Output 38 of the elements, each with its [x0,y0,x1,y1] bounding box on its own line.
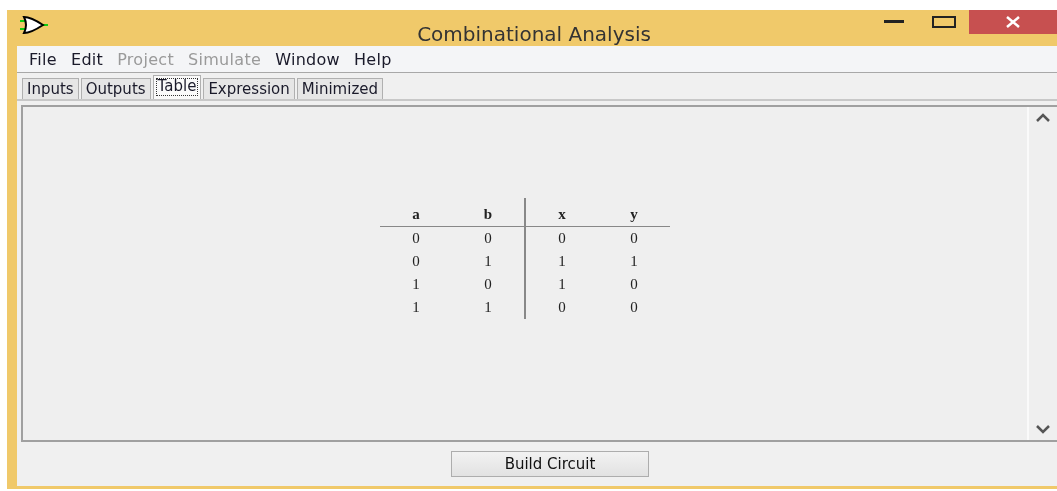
column-header: y [598,198,670,227]
table-cell-text: 1 [483,252,493,271]
column-header: a [380,198,452,227]
tab[interactable]: Table [152,75,202,99]
build-circuit-button[interactable]: Build Circuit [451,451,649,477]
close-button[interactable] [969,10,1057,34]
menu-item[interactable]: Window [269,49,346,69]
table-cell: 0 [524,227,598,250]
tab[interactable]: Expression [203,78,295,99]
table-cell-text: 1 [411,298,421,317]
table-cell-text: 0 [483,275,493,294]
menu-item[interactable]: Help [348,49,398,69]
table-cell-text: 0 [483,229,493,248]
table-cell-text: 0 [629,298,639,317]
maximize-icon [932,16,956,28]
or-gate-icon [19,15,49,35]
table-cell: 1 [524,250,598,273]
tab[interactable]: Outputs [80,78,151,99]
column-header: b [452,198,524,227]
tab[interactable]: Minimized [296,78,383,99]
scroll-down-icon[interactable] [1035,425,1051,434]
table-cell-text: 0 [411,252,421,271]
window-title: Combinational Analysis [416,22,652,46]
table-cell: 1 [524,273,598,296]
tab[interactable]: Inputs [22,78,79,99]
close-icon [1005,16,1021,28]
minimize-icon [884,20,904,24]
table-cell-text: 0 [629,229,639,248]
menu-item[interactable]: File [23,49,63,69]
table-cell-text: 1 [629,252,639,271]
table-cell-text: 0 [411,229,421,248]
table-cell-text: 1 [483,298,493,317]
table-cell: 0 [524,296,598,319]
menu-item[interactable]: Edit [65,49,110,69]
scroll-up-icon[interactable] [1035,113,1051,122]
table-cell-text: 1 [411,275,421,294]
column-header: x [524,198,598,227]
table-cell-text: 0 [629,275,639,294]
